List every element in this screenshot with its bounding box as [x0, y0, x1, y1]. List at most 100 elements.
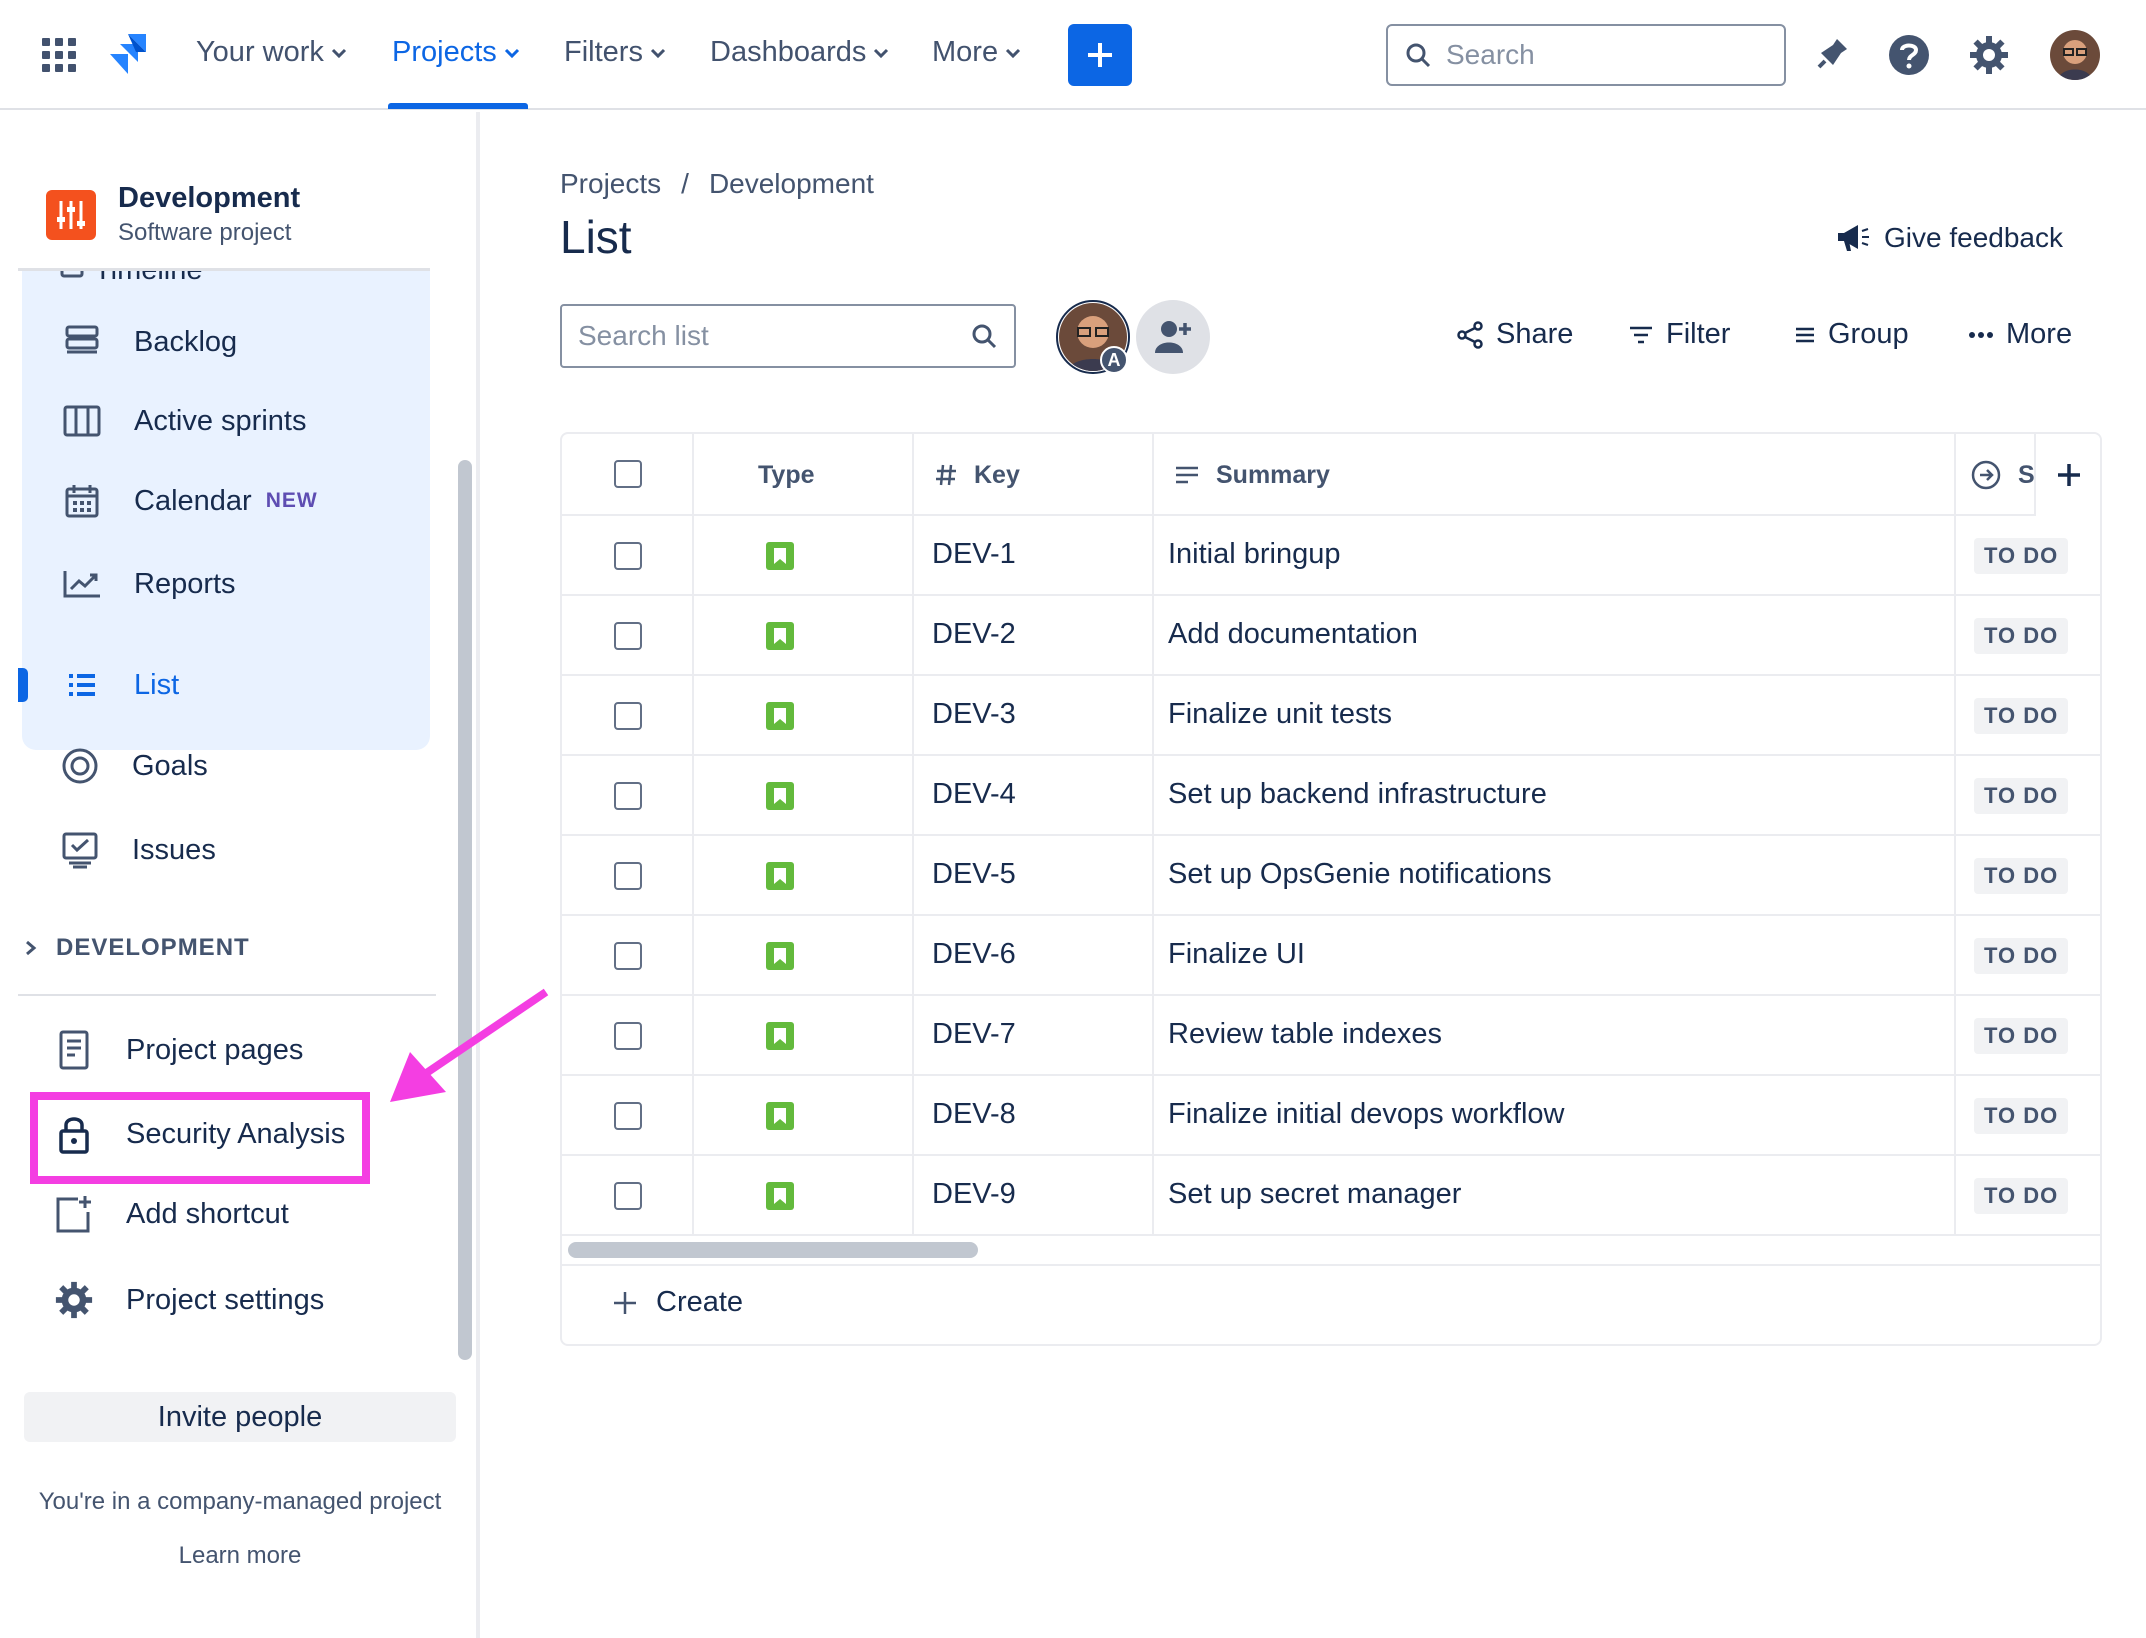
status-badge[interactable]: TO DO — [1974, 1018, 2069, 1054]
search-list[interactable] — [560, 304, 1016, 368]
status-badge[interactable]: TO DO — [1974, 1178, 2069, 1214]
breadcrumb-projects[interactable]: Projects — [560, 168, 661, 200]
issue-summary[interactable]: Set up secret manager — [1168, 1178, 1461, 1211]
more-dots-icon — [1969, 331, 1993, 338]
column-status[interactable]: S — [1970, 434, 2035, 516]
table-horizontal-scrollbar[interactable] — [568, 1242, 978, 1258]
global-search-input[interactable] — [1446, 39, 1746, 71]
create-issue-button[interactable]: Create — [612, 1286, 743, 1319]
issue-key-link[interactable]: DEV-7 — [932, 1018, 1016, 1051]
search-list-input[interactable] — [578, 320, 938, 352]
assignee-avatar[interactable]: A — [1056, 300, 1130, 374]
row-checkbox[interactable] — [614, 862, 642, 890]
sidebar-item-calendar[interactable]: Calendar NEW — [60, 479, 318, 523]
issue-key-link[interactable]: DEV-4 — [932, 778, 1016, 811]
status-badge[interactable]: TO DO — [1974, 538, 2069, 574]
issue-key-link[interactable]: DEV-2 — [932, 618, 1016, 651]
issue-summary[interactable]: Finalize unit tests — [1168, 698, 1392, 731]
sidebar-item-backlog[interactable]: Backlog — [60, 320, 237, 364]
issue-summary[interactable]: Review table indexes — [1168, 1018, 1442, 1051]
share-button[interactable]: Share — [1456, 318, 1573, 351]
issue-summary[interactable]: Set up OpsGenie notifications — [1168, 858, 1552, 891]
issue-summary[interactable]: Initial bringup — [1168, 538, 1341, 571]
table-row[interactable]: DEV-6 Finalize UI TO DO — [562, 916, 2100, 996]
status-badge[interactable]: TO DO — [1974, 1098, 2069, 1134]
table-row[interactable]: DEV-7 Review table indexes TO DO — [562, 996, 2100, 1076]
group-button[interactable]: Group — [1794, 318, 1909, 351]
help-icon[interactable] — [1886, 32, 1932, 78]
sidebar-scrollbar[interactable] — [458, 460, 472, 1360]
learn-more-link[interactable]: Learn more — [0, 1542, 480, 1570]
status-badge[interactable]: TO DO — [1974, 698, 2069, 734]
breadcrumb-development[interactable]: Development — [709, 168, 874, 200]
row-checkbox[interactable] — [614, 622, 642, 650]
give-feedback-label: Give feedback — [1884, 222, 2063, 253]
issue-summary[interactable]: Set up backend infrastructure — [1168, 778, 1547, 811]
jira-logo-icon[interactable] — [106, 32, 148, 78]
row-checkbox[interactable] — [614, 1182, 642, 1210]
nav-your-work[interactable]: Your work — [196, 36, 348, 69]
settings-gear-icon[interactable] — [1966, 32, 2012, 78]
nav-filters[interactable]: Filters — [564, 36, 667, 69]
issue-key-link[interactable]: DEV-1 — [932, 538, 1016, 571]
sidebar-item-project-pages[interactable]: Project pages — [52, 1028, 303, 1072]
nav-projects[interactable]: Projects — [392, 36, 521, 69]
issue-key-link[interactable]: DEV-6 — [932, 938, 1016, 971]
table-row[interactable]: DEV-5 Set up OpsGenie notifications TO DO — [562, 836, 2100, 916]
sidebar-item-label: List — [134, 668, 180, 701]
status-badge[interactable]: TO DO — [1974, 778, 2069, 814]
more-label: More — [2006, 318, 2073, 350]
column-key[interactable]: Key — [934, 434, 1020, 516]
row-checkbox[interactable] — [614, 942, 642, 970]
issue-summary[interactable]: Finalize UI — [1168, 938, 1305, 971]
sidebar-item-list[interactable]: List — [60, 663, 179, 707]
filter-button[interactable]: Filter — [1628, 318, 1730, 351]
sidebar-item-active-sprints[interactable]: Active sprints — [60, 399, 306, 443]
issue-summary[interactable]: Finalize initial devops workflow — [1168, 1098, 1565, 1131]
issue-key-link[interactable]: DEV-3 — [932, 698, 1016, 731]
nav-dashboards[interactable]: Dashboards — [710, 36, 890, 69]
row-checkbox[interactable] — [614, 1102, 642, 1130]
column-type[interactable]: Type — [758, 434, 815, 516]
table-row[interactable]: DEV-2 Add documentation TO DO — [562, 596, 2100, 676]
status-badge[interactable]: TO DO — [1974, 938, 2069, 974]
invite-people-button[interactable]: Invite people — [24, 1392, 456, 1442]
sidebar-item-timeline[interactable]: Timeline — [94, 270, 203, 287]
table-row[interactable]: DEV-8 Finalize initial devops workflow TO … — [562, 1076, 2100, 1156]
create-button[interactable] — [1068, 24, 1132, 86]
status-badge[interactable]: TO DO — [1974, 618, 2069, 654]
sidebar-item-reports[interactable]: Reports — [60, 562, 236, 606]
issue-key-link[interactable]: DEV-9 — [932, 1178, 1016, 1211]
notifications-icon[interactable] — [1808, 32, 1854, 78]
app-switcher-icon[interactable] — [42, 38, 76, 72]
column-summary[interactable]: Summary — [1174, 434, 1330, 516]
global-search[interactable] — [1386, 24, 1786, 86]
column-type-label: Type — [758, 460, 815, 489]
nav-more[interactable]: More — [932, 36, 1022, 69]
user-avatar[interactable] — [2050, 30, 2100, 80]
select-all-checkbox[interactable] — [614, 460, 642, 488]
issue-key-link[interactable]: DEV-5 — [932, 858, 1016, 891]
table-row[interactable]: DEV-9 Set up secret manager TO DO — [562, 1156, 2100, 1236]
project-header[interactable]: Development Software project — [46, 182, 300, 247]
issue-key-link[interactable]: DEV-8 — [932, 1098, 1016, 1131]
sidebar-item-goals[interactable]: Goals — [58, 744, 208, 788]
sidebar-item-issues[interactable]: Issues — [58, 828, 216, 872]
gear-icon — [52, 1278, 96, 1322]
issue-summary[interactable]: Add documentation — [1168, 618, 1418, 651]
section-development[interactable]: DEVELOPMENT — [24, 934, 250, 962]
table-row[interactable]: DEV-3 Finalize unit tests TO DO — [562, 676, 2100, 756]
row-checkbox[interactable] — [614, 1022, 642, 1050]
status-badge[interactable]: TO DO — [1974, 858, 2069, 894]
add-column-button[interactable] — [2034, 434, 2100, 516]
sidebar-item-project-settings[interactable]: Project settings — [52, 1278, 324, 1322]
give-feedback-button[interactable]: Give feedback — [1836, 222, 2063, 254]
more-actions-button[interactable]: More — [1968, 318, 2072, 351]
table-row[interactable]: DEV-1 Initial bringup TO DO — [562, 516, 2100, 596]
table-row[interactable]: DEV-4 Set up backend infrastructure TO DO — [562, 756, 2100, 836]
row-checkbox[interactable] — [614, 542, 642, 570]
add-people-button[interactable] — [1136, 300, 1210, 374]
row-checkbox[interactable] — [614, 782, 642, 810]
sidebar-item-add-shortcut[interactable]: Add shortcut — [52, 1192, 289, 1236]
row-checkbox[interactable] — [614, 702, 642, 730]
